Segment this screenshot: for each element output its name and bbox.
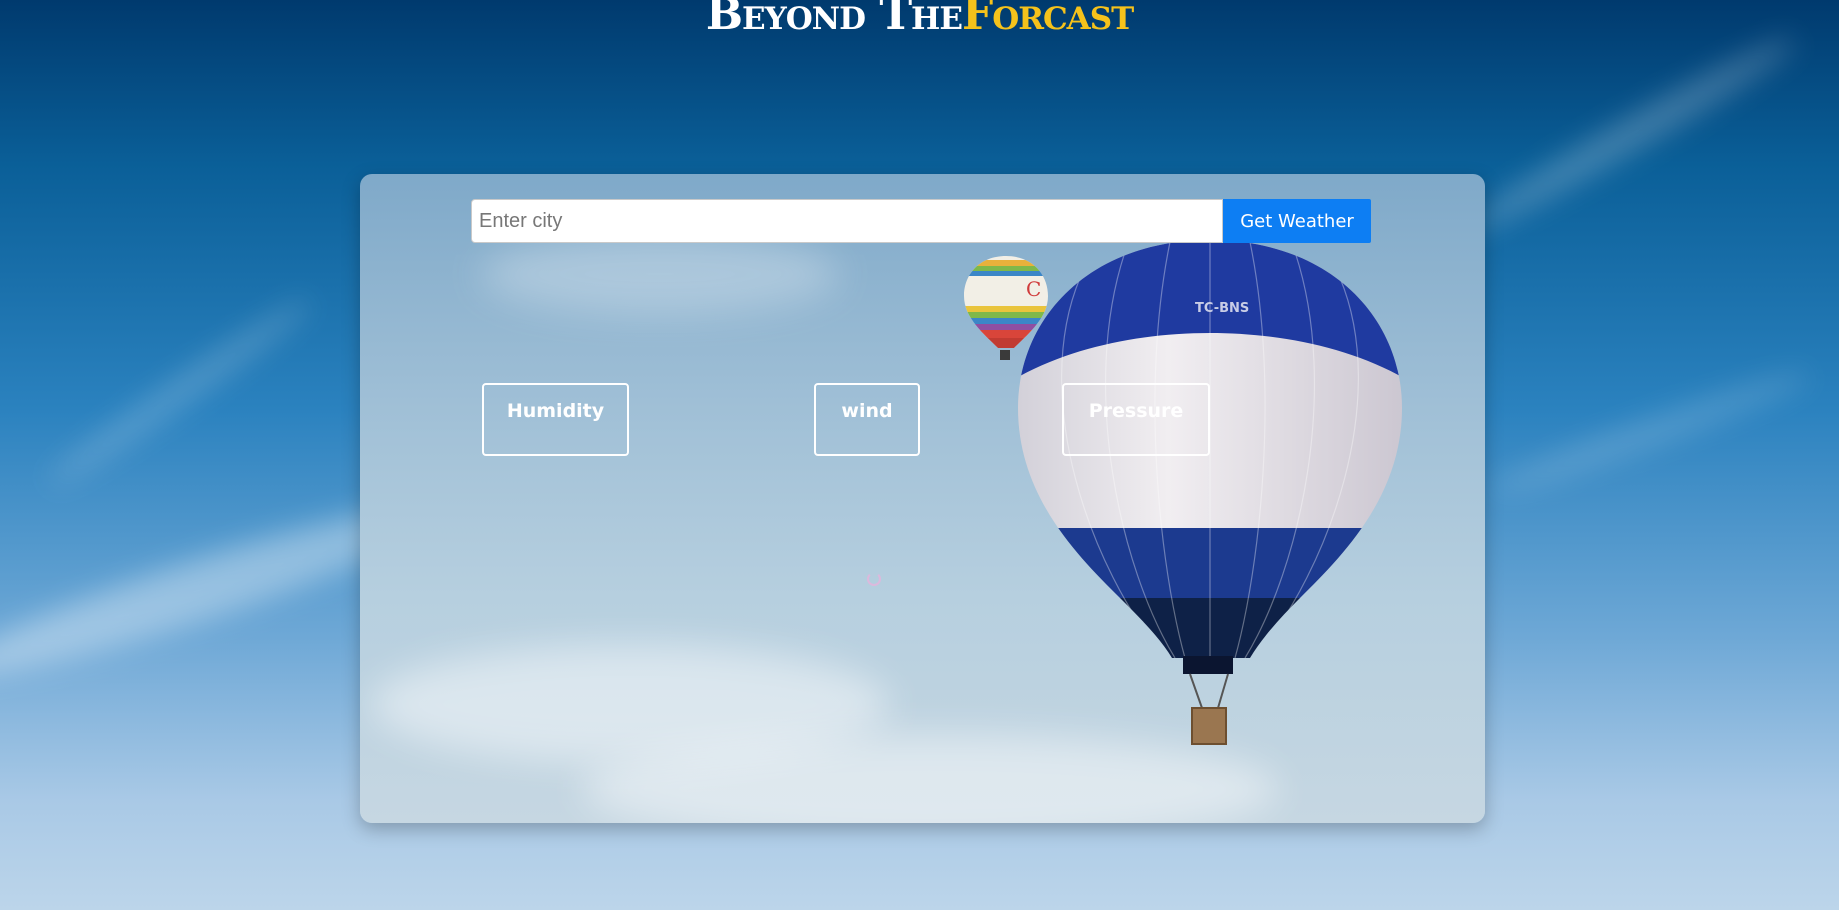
- humidity-box: Humidity: [482, 383, 629, 456]
- balloon-registration: TC-BNS: [1195, 301, 1249, 316]
- card-cloud: [480, 234, 840, 314]
- humidity-label: Humidity: [506, 400, 605, 422]
- weather-card: C TC-BNS Enter city Get Weather Humidity…: [360, 174, 1485, 823]
- city-search-input[interactable]: [471, 199, 1223, 243]
- title-accent: Forcast: [961, 0, 1134, 40]
- pressure-label: Pressure: [1088, 400, 1184, 422]
- background-cloud-streak: [42, 290, 318, 494]
- wind-label: wind: [841, 400, 893, 422]
- get-weather-button[interactable]: Get Weather: [1223, 199, 1371, 243]
- page-title: Beyond TheForcast: [0, 0, 1839, 42]
- loading-spinner-icon: [867, 572, 881, 586]
- background-cloud-streak: [1485, 362, 1815, 504]
- hot-air-balloon-image: TC-BNS: [1018, 240, 1402, 745]
- pressure-box: Pressure: [1062, 383, 1210, 456]
- search-bar: Get Weather: [471, 199, 1371, 243]
- wind-box: wind: [814, 383, 920, 456]
- title-main: Beyond The: [705, 0, 963, 40]
- background-cloud-streak: [1457, 27, 1803, 243]
